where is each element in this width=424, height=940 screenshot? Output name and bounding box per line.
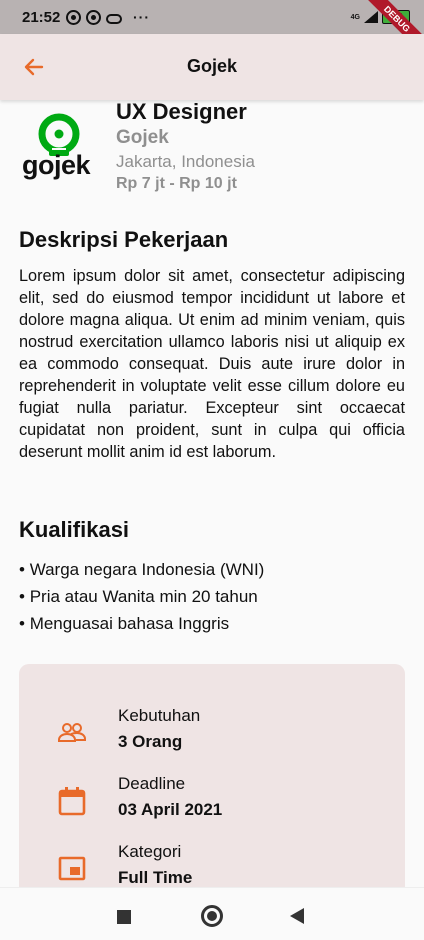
category-icon — [58, 856, 86, 881]
list-item: Menguasai bahasa Inggris — [19, 610, 264, 637]
logo-wordmark: gojek — [22, 150, 91, 180]
system-nav-bar — [0, 887, 424, 940]
company-logo: gojek — [22, 112, 96, 184]
notification-icon — [86, 9, 101, 25]
info-row-deadline: Deadline 03 April 2021 — [19, 768, 405, 828]
status-bar: 21:52 ··· 4G 100 DEBUG — [0, 0, 424, 63]
list-item: Warga negara Indonesia (WNI) — [19, 556, 265, 583]
list-item: Pria atau Wanita min 20 tahun — [19, 583, 264, 610]
status-notification-icons: ··· — [66, 9, 150, 25]
qualifications-heading: Kualifikasi — [19, 517, 130, 542]
job-location: Jakarta, Indonesia — [116, 152, 255, 171]
page-title: Gojek — [186, 56, 238, 76]
calendar-icon — [58, 787, 86, 816]
job-info-card: Kebutuhan 3 Orang Deadline 03 April 2021… — [19, 664, 405, 904]
cloud-icon — [106, 13, 122, 24]
info-row-needs: Kebutuhan 3 Orang — [19, 700, 405, 760]
signal-icon — [364, 11, 378, 23]
status-time: 21:52 — [22, 9, 61, 26]
info-label: Deadline — [118, 774, 186, 793]
company-name: Gojek — [116, 127, 169, 148]
recent-apps-button[interactable] — [117, 910, 131, 924]
more-notifications-indicator: ··· — [133, 9, 150, 25]
description-heading: Deskripsi Pekerjaan — [19, 227, 229, 252]
description-body: Lorem ipsum dolor sit amet, consectetur … — [19, 267, 405, 461]
info-value: Full Time — [118, 868, 193, 887]
salary-range: Rp 7 jt - Rp 10 jt — [116, 175, 237, 192]
info-value: 3 Orang — [118, 732, 183, 751]
notification-icon — [66, 9, 81, 25]
job-title: UX Designer — [116, 99, 247, 124]
info-label: Kategori — [118, 842, 182, 861]
app-bar: Gojek — [0, 34, 424, 100]
qualifications-list: Warga negara Indonesia (WNI) Pria atau W… — [19, 556, 265, 637]
system-back-button[interactable] — [290, 908, 304, 924]
info-value: 03 April 2021 — [118, 800, 223, 819]
info-label: Kebutuhan — [118, 706, 201, 725]
people-icon — [58, 723, 86, 742]
home-button[interactable] — [201, 905, 223, 927]
network-type: 4G — [350, 13, 360, 21]
